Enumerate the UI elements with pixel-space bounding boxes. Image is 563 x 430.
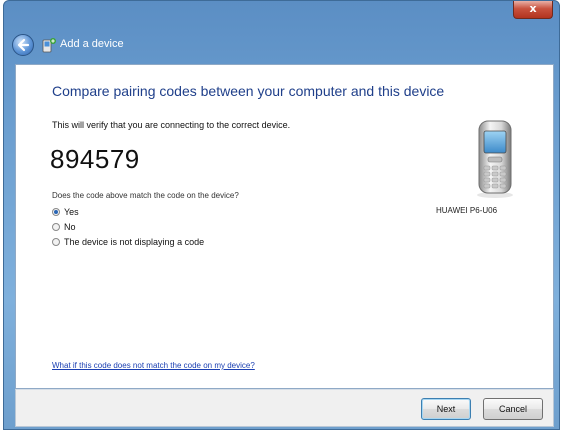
radio-option-no[interactable]: No xyxy=(52,222,76,232)
add-device-icon xyxy=(42,38,56,53)
match-question: Does the code above match the code on th… xyxy=(52,191,239,200)
back-arrow-icon xyxy=(17,38,30,52)
cancel-button[interactable]: Cancel xyxy=(483,398,543,420)
radio-label: Yes xyxy=(64,207,79,217)
code-mismatch-help-link[interactable]: What if this code does not match the cod… xyxy=(52,361,255,370)
radio-label: The device is not displaying a code xyxy=(64,237,205,247)
pairing-code: 894579 xyxy=(50,144,140,174)
radio-option-no-code[interactable]: The device is not displaying a code xyxy=(52,237,204,247)
close-button[interactable]: x xyxy=(513,1,553,19)
radio-button[interactable] xyxy=(52,223,60,231)
page-heading: Compare pairing codes between your compu… xyxy=(52,83,445,99)
radio-button[interactable] xyxy=(52,208,60,216)
dialog-footer: Next Cancel xyxy=(15,389,554,427)
radio-option-yes[interactable]: Yes xyxy=(52,207,79,217)
back-button[interactable] xyxy=(12,34,34,56)
dialog-window: x Add a device Compare pairing codes bet… xyxy=(3,0,560,430)
content-panel: Compare pairing codes between your compu… xyxy=(15,64,554,389)
device-name: HUAWEI P6-U06 xyxy=(436,206,498,215)
radio-label: No xyxy=(64,222,76,232)
window-title: Add a device xyxy=(60,38,124,50)
verify-text: This will verify that you are connecting… xyxy=(52,120,291,130)
next-button[interactable]: Next xyxy=(421,398,471,420)
radio-button[interactable] xyxy=(52,238,60,246)
mobile-phone-icon xyxy=(477,120,513,198)
